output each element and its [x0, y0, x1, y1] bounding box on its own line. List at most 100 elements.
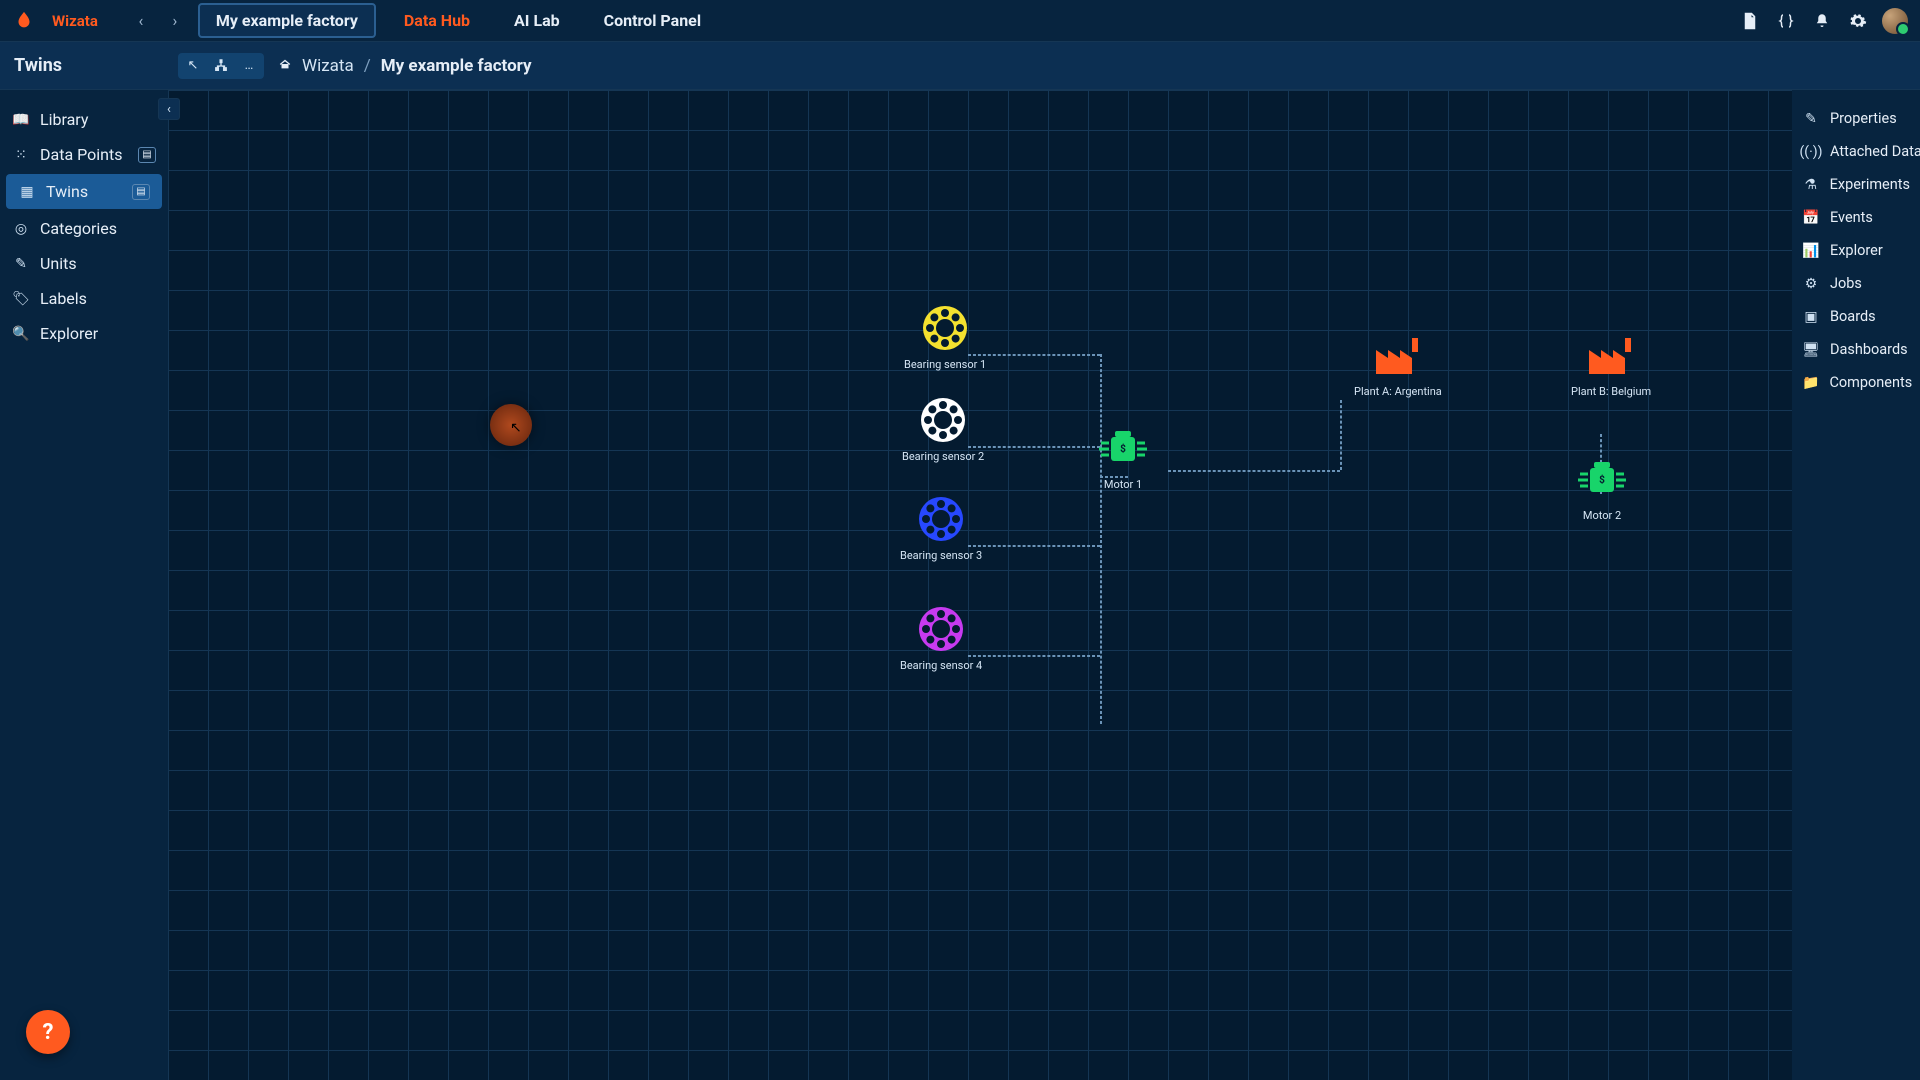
node-b2[interactable]: Bearing sensor 2 [902, 396, 984, 463]
more-tool-icon[interactable]: … [240, 57, 258, 75]
breadcrumb: Wizata / My example factory [278, 56, 532, 76]
sidebar-item-twins[interactable]: ▦ Twins ▤ [6, 174, 162, 209]
twins-icon: ▦ [18, 184, 36, 200]
book-icon: 📖 [12, 112, 30, 128]
folder-icon: 📁 [1802, 375, 1819, 391]
chart-icon: 📊 [1802, 243, 1820, 259]
panel-label: Components [1829, 374, 1912, 391]
tab-control-panel[interactable]: Control Panel [588, 5, 717, 36]
search-icon: 🔍 [12, 326, 30, 342]
panel-label: Properties [1830, 110, 1897, 127]
sidebar-item-label: Twins [46, 182, 88, 201]
bearing-icon [917, 495, 965, 543]
plant-icon [1587, 336, 1635, 379]
motor-icon: $ [1097, 429, 1149, 472]
gear-icon[interactable] [1846, 9, 1870, 33]
pointer-tool-icon[interactable]: ↖ [184, 57, 202, 75]
file-icon[interactable] [1738, 9, 1762, 33]
breadcrumb-root[interactable]: Wizata [302, 56, 354, 76]
calendar-icon: 📅 [1802, 210, 1820, 226]
panel-label: Explorer [1830, 242, 1883, 259]
avatar[interactable] [1882, 8, 1908, 34]
help-button[interactable]: ? [26, 1010, 70, 1054]
nav-forward-icon[interactable]: › [164, 10, 186, 32]
sidebar-item-labels[interactable]: 🏷 Labels [0, 281, 168, 316]
tab-my-factory[interactable]: My example factory [198, 3, 376, 38]
edge [968, 446, 1100, 448]
panel-experiments[interactable]: ⚗ Experiments [1792, 168, 1920, 201]
panel-label: Dashboards [1830, 341, 1908, 358]
edge [968, 655, 1100, 657]
edit-icon: ✎ [1802, 111, 1820, 127]
sidebar-item-label: Data Points [40, 145, 122, 164]
sidebar-item-categories[interactable]: ◎ Categories [0, 211, 168, 246]
edge [1168, 470, 1340, 472]
sidebar-item-label: Categories [40, 219, 117, 238]
sidebar-item-label: Units [40, 254, 77, 273]
panel-label: Events [1830, 209, 1873, 226]
flask-icon: ⚗ [1802, 177, 1820, 193]
panel-label: Attached Data [1830, 143, 1920, 160]
nav-back-icon[interactable]: ‹ [130, 10, 152, 32]
monitor-icon: 🖥 [1802, 342, 1820, 358]
bell-icon[interactable] [1810, 9, 1834, 33]
panel-label: Jobs [1830, 275, 1862, 292]
target-icon: ◎ [12, 221, 30, 237]
motor-icon: $ [1576, 460, 1628, 503]
node-m1[interactable]: $Motor 1 [1097, 429, 1149, 491]
graph-canvas[interactable]: ↖ Bearing sensor 1 Bearing sensor 2 Bearin… [168, 90, 1792, 1080]
top-bar: Wizata ‹ › My example factory Data Hub A… [0, 0, 1920, 42]
sidebar-item-explorer[interactable]: 🔍 Explorer [0, 316, 168, 351]
node-label: Plant B: Belgium [1571, 385, 1651, 398]
tab-data-hub[interactable]: Data Hub [388, 5, 486, 36]
svg-text:$: $ [1120, 442, 1126, 455]
node-label: Bearing sensor 4 [900, 659, 982, 672]
sub-bar: Twins ↖ … Wizata / My example factory [0, 42, 1920, 90]
node-label: Bearing sensor 2 [902, 450, 984, 463]
breadcrumb-separator: / [364, 56, 371, 76]
tab-ai-lab[interactable]: AI Lab [498, 5, 576, 36]
node-label: Bearing sensor 3 [900, 549, 982, 562]
sidebar-item-units[interactable]: ✎ Units [0, 246, 168, 281]
node-label: Motor 2 [1583, 509, 1621, 522]
panel-boards[interactable]: ▣ Boards [1792, 300, 1920, 333]
braces-icon[interactable] [1774, 9, 1798, 33]
plant-icon [1374, 336, 1422, 379]
sidebar-item-label: Explorer [40, 324, 98, 343]
jobs-icon: ⚙ [1802, 276, 1820, 292]
list-badge-icon: ▤ [132, 184, 150, 200]
brand-name: Wizata [52, 12, 98, 30]
node-pB[interactable]: Plant B: Belgium [1571, 336, 1651, 398]
panel-properties[interactable]: ✎ Properties [1792, 102, 1920, 135]
list-badge-icon: ▤ [138, 147, 156, 163]
panel-label: Boards [1830, 308, 1876, 325]
panel-jobs[interactable]: ⚙ Jobs [1792, 267, 1920, 300]
panel-components[interactable]: 📁 Components [1792, 366, 1920, 399]
dots-icon: ⁙ [12, 147, 30, 163]
panel-attached-data[interactable]: ((·))Attached Data [1792, 135, 1920, 168]
right-sidebar: ✎ Properties ((·))Attached Data ⚗ Experime… [1792, 90, 1920, 1080]
panel-dashboards[interactable]: 🖥 Dashboards [1792, 333, 1920, 366]
cursor-arrow-icon: ↖ [510, 420, 522, 436]
collapse-sidebar-icon[interactable]: ‹ [158, 98, 180, 120]
panel-label: Experiments [1830, 176, 1910, 193]
sidebar-item-library[interactable]: 📖 Library [0, 102, 168, 137]
node-m2[interactable]: $ Motor 2 [1576, 460, 1628, 522]
node-pA[interactable]: Plant A: Argentina [1354, 336, 1442, 398]
svg-text:$: $ [1599, 473, 1605, 486]
node-b1[interactable]: Bearing sensor 1 [904, 304, 986, 371]
tree-tool-icon[interactable] [212, 57, 230, 75]
sidebar-item-label: Library [40, 110, 88, 129]
edge [968, 545, 1100, 547]
node-b4[interactable]: Bearing sensor 4 [900, 605, 982, 672]
tag-icon: 🏷 [12, 291, 30, 307]
bearing-icon [921, 304, 969, 352]
edge [968, 354, 1100, 356]
sidebar-item-data-points[interactable]: ⁙ Data Points ▤ [0, 137, 168, 172]
panel-explorer[interactable]: 📊 Explorer [1792, 234, 1920, 267]
node-b3[interactable]: Bearing sensor 3 [900, 495, 982, 562]
boards-icon: ▣ [1802, 309, 1820, 325]
panel-events[interactable]: 📅 Events [1792, 201, 1920, 234]
breadcrumb-current: My example factory [381, 56, 532, 76]
edge [1100, 354, 1102, 724]
